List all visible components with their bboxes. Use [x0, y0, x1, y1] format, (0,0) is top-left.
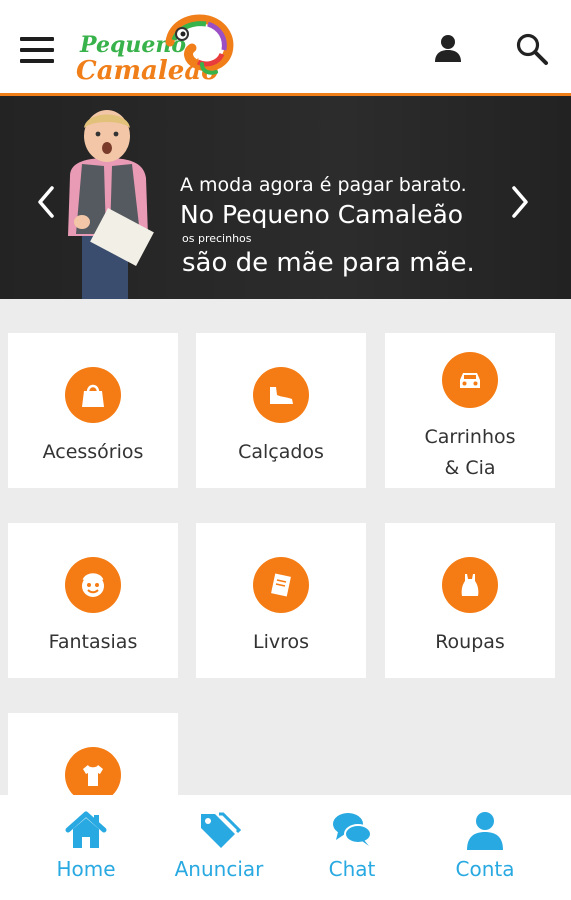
carousel-prev-chevron-icon[interactable] [34, 184, 58, 220]
category-tile-acessorios[interactable]: Acessórios [8, 333, 178, 488]
nav-item-home[interactable]: Home [26, 795, 146, 900]
chat-icon [333, 813, 372, 846]
category-tile-roupas[interactable]: Roupas [385, 523, 555, 678]
dress-icon [442, 557, 498, 613]
chameleon-icon [165, 14, 234, 75]
logo[interactable]: Pequeno Camaleão [76, 10, 241, 90]
carousel-next-chevron-icon[interactable] [508, 184, 532, 220]
nav-item-conta[interactable]: Conta [425, 795, 545, 900]
home-icon [65, 811, 107, 848]
hamburger-menu-icon[interactable] [20, 37, 54, 63]
search-icon[interactable] [515, 32, 549, 66]
category-tile-carrinhos[interactable]: Carrinhos & Cia [385, 333, 555, 488]
category-label: Acessórios [42, 441, 144, 463]
shopping-bag-icon [65, 367, 121, 423]
category-label: Carrinhos & Cia [424, 426, 516, 479]
banner-line-1: A moda agora é pagar barato. [180, 174, 467, 196]
category-tile-livros[interactable]: Livros [196, 523, 366, 678]
nav-item-chat[interactable]: Chat [292, 795, 412, 900]
category-label: Fantasias [48, 631, 138, 653]
car-icon [442, 352, 498, 408]
category-tile-calcados[interactable]: Calçados [196, 333, 366, 488]
category-label: Calçados [238, 441, 324, 463]
tags-icon [201, 812, 241, 848]
category-label: Roupas [435, 631, 505, 653]
nav-label-chat: Chat [328, 857, 376, 881]
nav-label-anunciar: Anunciar [174, 857, 264, 881]
banner-line-4: são de mãe para mãe. [182, 248, 475, 278]
banner-line-3: os precinhos [182, 232, 252, 245]
nav-item-anunciar[interactable]: Anunciar [159, 795, 279, 900]
nav-label-home: Home [56, 857, 116, 881]
category-label: Livros [252, 631, 310, 653]
top-app-bar: Pequeno Camaleão [0, 0, 571, 96]
promo-banner-carousel[interactable]: A moda agora é pagar barato. No Pequeno … [0, 96, 571, 299]
account-icon [467, 812, 503, 850]
nav-label-conta: Conta [455, 857, 515, 881]
costume-face-icon [65, 557, 121, 613]
bottom-navigation: Home Anunciar Chat Conta [0, 795, 571, 900]
person-icon[interactable] [432, 32, 464, 64]
shoe-icon [253, 367, 309, 423]
book-icon [253, 557, 309, 613]
boy-with-book-image [68, 110, 154, 299]
category-tile-fantasias[interactable]: Fantasias [8, 523, 178, 678]
banner-line-2: No Pequeno Camaleão [180, 200, 464, 229]
